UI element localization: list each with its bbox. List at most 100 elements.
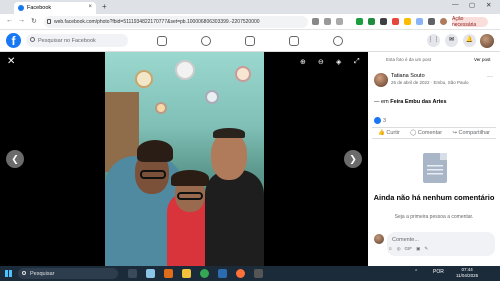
translate-icon[interactable]: [324, 18, 331, 25]
menu-grid-icon[interactable]: ⋮⋮: [427, 34, 440, 47]
person-left-hair: [137, 140, 173, 162]
camera-icon[interactable]: ◎: [397, 246, 401, 252]
bookmark-star-icon[interactable]: [336, 18, 343, 25]
extension-yellow-icon[interactable]: [404, 18, 411, 25]
photo-image: [105, 52, 264, 266]
groups-icon[interactable]: [333, 36, 343, 46]
url-text: web.facebook.com/photo?fbid=511193482217…: [54, 19, 260, 25]
vlc-icon[interactable]: [164, 269, 173, 278]
word-icon[interactable]: [218, 269, 227, 278]
messenger-icon[interactable]: ✉: [445, 34, 458, 47]
post-notice: Esta foto é da um post: [386, 57, 432, 62]
reload-button[interactable]: ↻: [31, 17, 37, 25]
person-middle-hair: [171, 170, 209, 186]
friends-icon[interactable]: [201, 36, 211, 46]
more-options-icon[interactable]: ···: [487, 74, 493, 80]
back-button[interactable]: ←: [6, 17, 13, 24]
view-post-link[interactable]: Ver post: [474, 57, 491, 62]
avatar-sticker-icon[interactable]: ✎: [424, 246, 428, 252]
author-avatar[interactable]: [374, 73, 388, 87]
firefox-icon[interactable]: [236, 269, 245, 278]
like-button[interactable]: 👍 Curtir: [378, 130, 400, 136]
extension-sheets-icon[interactable]: [368, 18, 375, 25]
no-comments-heading: Ainda não há nenhum comentário: [373, 193, 495, 202]
watch-icon[interactable]: [245, 36, 255, 46]
previous-photo-button[interactable]: ❮: [6, 150, 24, 168]
maximize-button[interactable]: ▢: [469, 1, 475, 9]
person-left-glasses: [140, 170, 166, 179]
window-close-button[interactable]: ✕: [486, 1, 491, 9]
zoom-in-icon[interactable]: ⊕: [300, 58, 306, 66]
person-right-body: [205, 170, 264, 266]
notifications-bell-icon[interactable]: 🔔: [463, 34, 476, 47]
photo-plate: [155, 102, 167, 114]
task-view-icon[interactable]: [128, 269, 137, 278]
like-label: Curtir: [386, 130, 400, 136]
search-placeholder: Pesquisar no Facebook: [38, 37, 96, 44]
widgets-icon[interactable]: [146, 269, 155, 278]
photo-viewer: ✕ ⊕ ⊖ ◈ ⤢ ❮ ❯: [0, 52, 368, 266]
tab-title: Facebook: [27, 5, 52, 11]
home-icon[interactable]: [157, 36, 167, 46]
facebook-header: f Pesquisar no Facebook ⋮⋮ ✉ 🔔: [0, 30, 500, 52]
chrome-icon[interactable]: [200, 269, 209, 278]
tray-chevron-icon[interactable]: ⌃: [414, 269, 418, 275]
app-icon[interactable]: [254, 269, 263, 278]
cast-icon[interactable]: [312, 18, 319, 25]
update-button[interactable]: Ação necessária: [452, 16, 488, 28]
photo-plate: [205, 90, 219, 104]
comment-label: Comentar: [417, 130, 443, 136]
fullscreen-icon[interactable]: ⤢: [354, 58, 360, 66]
facebook-search-input[interactable]: Pesquisar no Facebook: [26, 34, 128, 47]
lock-icon: [47, 19, 51, 24]
location-line: — em Feira Embu das Artes: [374, 99, 447, 105]
share-button[interactable]: ↪ Compartilhar: [452, 130, 490, 136]
emoji-icon[interactable]: ☺: [388, 246, 393, 252]
gif-icon[interactable]: GIF: [405, 246, 413, 252]
tag-icon[interactable]: ◈: [336, 58, 341, 66]
facebook-logo[interactable]: f: [6, 33, 21, 48]
location-prefix: — em: [374, 99, 389, 105]
post-meta: 25 de abril de 2022 · Embu, São Paulo: [391, 80, 469, 85]
file-explorer-icon[interactable]: [182, 269, 191, 278]
url-input[interactable]: web.facebook.com/photo?fbid=511193482217…: [44, 16, 308, 28]
tab-close-icon[interactable]: ×: [88, 4, 92, 10]
address-bar-row: ← → ↻ web.facebook.com/photo?fbid=511193…: [0, 14, 500, 30]
author-name[interactable]: Tatiana Souto: [391, 73, 425, 79]
sticker-icon[interactable]: ▣: [416, 246, 420, 252]
next-photo-button[interactable]: ❯: [344, 150, 362, 168]
account-avatar[interactable]: [480, 34, 494, 48]
photo-plate: [135, 70, 153, 88]
comment-button[interactable]: ◯ Comentar: [410, 130, 442, 136]
minimize-button[interactable]: —: [452, 1, 459, 8]
reaction-count: 3: [383, 117, 387, 124]
forward-button[interactable]: →: [18, 17, 25, 24]
new-tab-button[interactable]: +: [102, 2, 107, 11]
photo-plate: [235, 66, 251, 82]
share-label: Compartilhar: [458, 130, 490, 136]
comment-input[interactable]: Comente...: [387, 232, 495, 256]
windows-start-icon[interactable]: [5, 270, 12, 277]
extension-red-icon[interactable]: [392, 18, 399, 25]
browser-tab-facebook[interactable]: Facebook ×: [14, 2, 96, 14]
extension-green-icon[interactable]: [356, 18, 363, 25]
sidebar-icon[interactable]: [428, 18, 435, 25]
location-link[interactable]: Feira Embu das Artes: [390, 99, 446, 105]
profile-avatar-icon[interactable]: [440, 18, 447, 25]
taskbar-search-input[interactable]: Pesquisar: [18, 268, 118, 279]
commenter-avatar: [374, 234, 384, 244]
extension-dark-icon[interactable]: [380, 18, 387, 25]
taskbar-search-placeholder: Pesquisar: [30, 270, 55, 277]
search-icon: [22, 271, 26, 275]
like-reaction-icon: [374, 117, 381, 124]
reactions-summary[interactable]: 3: [374, 117, 386, 124]
close-viewer-icon[interactable]: ✕: [7, 56, 15, 67]
browser-tab-bar: Facebook × + — ▢ ✕: [0, 0, 500, 14]
zoom-out-icon[interactable]: ⊖: [318, 58, 324, 66]
language-indicator[interactable]: POR: [433, 269, 444, 275]
comment-placeholder: Comente...: [392, 237, 419, 243]
taskbar-clock[interactable]: 07:44 11/04/2025: [456, 267, 478, 279]
marketplace-icon[interactable]: [289, 36, 299, 46]
extensions-puzzle-icon[interactable]: [416, 18, 423, 25]
empty-comments-document-icon: [423, 153, 447, 183]
